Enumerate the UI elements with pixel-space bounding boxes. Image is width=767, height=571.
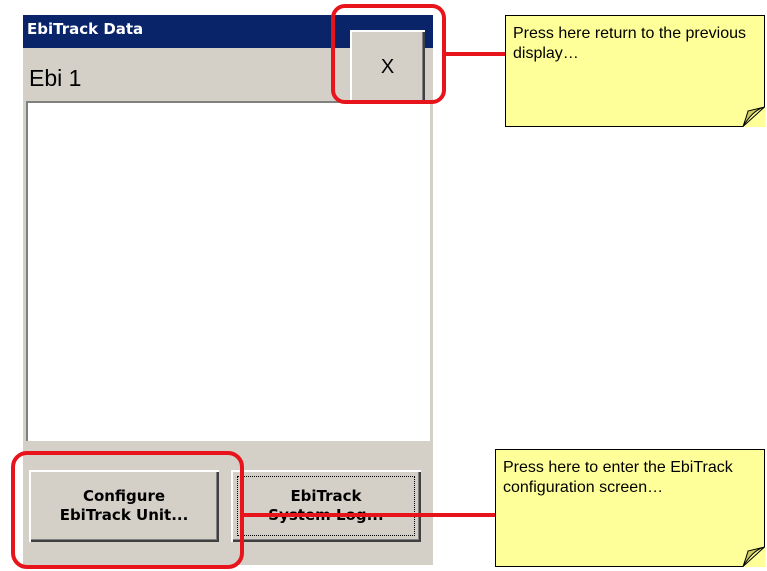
configure-unit-button[interactable]: Configure EbiTrack Unit... (29, 470, 219, 542)
close-button[interactable]: X (350, 30, 425, 105)
unit-name: Ebi 1 (29, 65, 82, 91)
configure-callout-text: Press here to enter the EbiTrack configu… (503, 459, 733, 496)
window-title: EbiTrack Data (27, 20, 144, 38)
configure-button-line1: Configure (82, 487, 166, 505)
close-callout-connector (446, 52, 506, 56)
close-callout-note: Press here return to the previous displa… (505, 15, 765, 127)
close-callout-text: Press here return to the previous displa… (513, 25, 747, 62)
data-list-area[interactable] (26, 101, 430, 441)
configure-button-line2: EbiTrack Unit... (59, 506, 189, 524)
focus-ring (237, 476, 415, 536)
system-log-button[interactable]: EbiTrack System Log... (231, 470, 421, 542)
configure-callout-note: Press here to enter the EbiTrack configu… (495, 449, 765, 567)
